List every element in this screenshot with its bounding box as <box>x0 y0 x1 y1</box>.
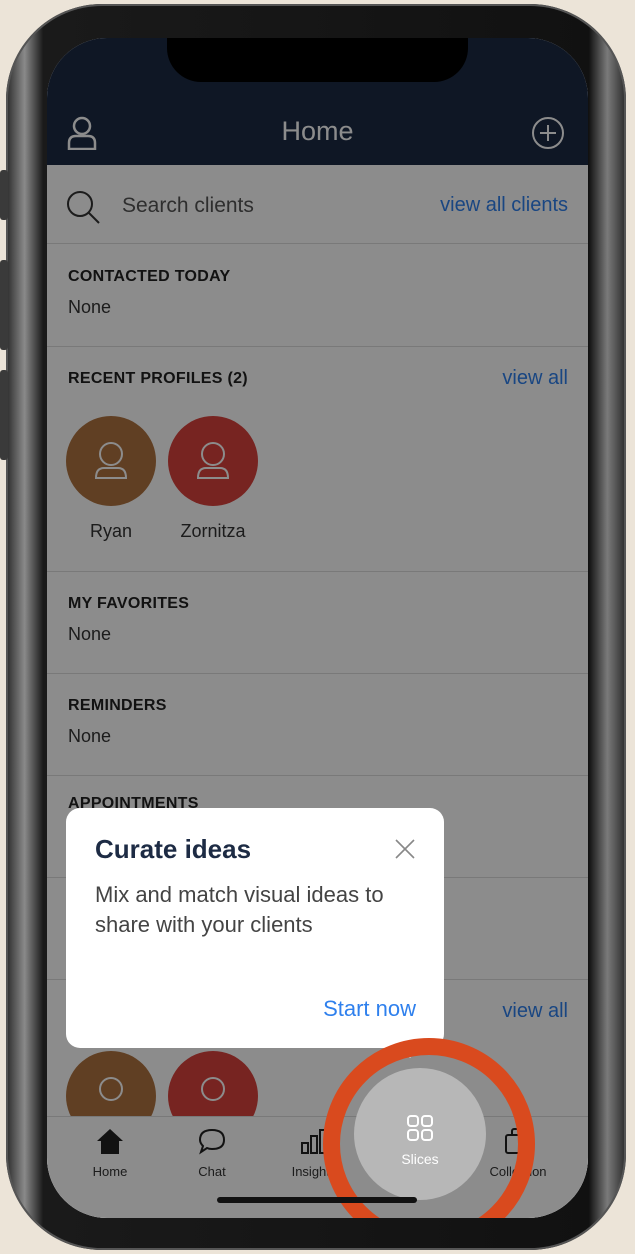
curate-ideas-popup: Curate ideas Mix and match visual ideas … <box>66 808 444 1048</box>
side-button <box>0 170 8 220</box>
popup-title: Curate ideas <box>95 834 252 864</box>
popup-body: Mix and match visual ideas to share with… <box>95 882 384 937</box>
notch <box>167 38 468 82</box>
close-icon[interactable] <box>394 838 416 865</box>
start-now-button[interactable]: Start now <box>323 996 416 1022</box>
side-button <box>0 370 8 460</box>
side-button <box>0 260 8 350</box>
home-indicator <box>217 1197 417 1203</box>
phone-screen: Home Search clients view all clients CON… <box>47 38 588 1218</box>
